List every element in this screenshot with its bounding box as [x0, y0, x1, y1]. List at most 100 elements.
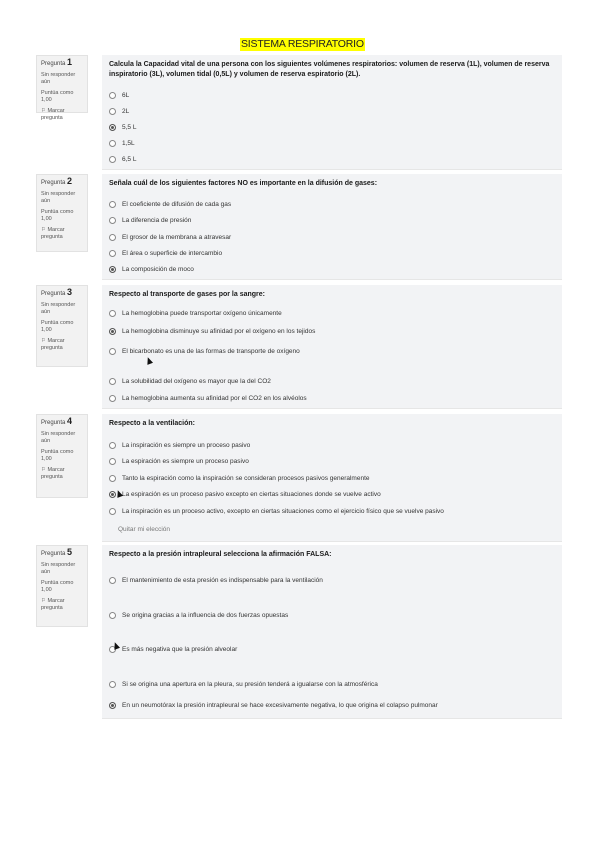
answer-label: Es más negativa que la presión alveolar	[122, 646, 238, 653]
radio-button[interactable]	[109, 475, 116, 482]
question-info-2: Pregunta 2 Sin responder aún Puntúa como…	[36, 174, 88, 252]
radio-button-selected[interactable]	[109, 328, 116, 335]
question-info-3: Pregunta 3 Sin responder aún Puntúa como…	[36, 285, 88, 367]
radio-button[interactable]	[109, 250, 116, 257]
flag-question-button[interactable]: ⚐ Marcar pregunta	[41, 467, 84, 481]
radio-button[interactable]	[109, 577, 116, 584]
answer-option[interactable]: El área o superficie de intercambio	[109, 250, 222, 257]
question-label: Pregunta	[41, 420, 66, 426]
radio-button[interactable]	[109, 108, 116, 115]
answer-label: La solubilidad del oxígeno es mayor que …	[122, 378, 271, 385]
question-content-4: Respecto a la ventilación: La inspiració…	[102, 414, 562, 542]
question-score: Puntúa como 1,00	[41, 449, 74, 462]
answer-label: 2L	[122, 108, 130, 115]
answer-option[interactable]: Se origina gracias a la influencia de do…	[109, 612, 288, 619]
flag-question-button[interactable]: ⚐ Marcar pregunta	[41, 108, 84, 122]
question-label: Pregunta	[41, 551, 66, 557]
radio-button[interactable]	[109, 234, 116, 241]
question-text: Calcula la Capacidad vital de una person…	[109, 61, 550, 78]
radio-button[interactable]	[109, 348, 116, 355]
question-number: 3	[67, 287, 73, 297]
radio-button[interactable]	[109, 458, 116, 465]
answer-option[interactable]: La hemoglobina puede transportar oxígeno…	[109, 310, 282, 317]
radio-button[interactable]	[109, 140, 116, 147]
question-number: 2	[67, 176, 73, 186]
answer-label: 6L	[122, 92, 130, 99]
flag-icon: ⚐	[41, 227, 46, 233]
answer-option[interactable]: La espiración es siempre un proceso pasi…	[109, 458, 249, 465]
radio-button[interactable]	[109, 92, 116, 99]
radio-button[interactable]	[109, 378, 116, 385]
question-label: Pregunta	[41, 61, 66, 67]
answer-option[interactable]: Tanto la espiración como la inspiración …	[109, 475, 370, 482]
radio-button[interactable]	[109, 612, 116, 619]
answer-option[interactable]: 1,5L	[109, 140, 135, 147]
flag-icon: ⚐	[41, 108, 46, 114]
flag-question-button[interactable]: ⚐ Marcar pregunta	[41, 338, 84, 352]
radio-button[interactable]	[109, 310, 116, 317]
answer-option[interactable]: La solubilidad del oxígeno es mayor que …	[109, 378, 271, 385]
question-status: Sin responder aún	[41, 72, 76, 85]
answer-option[interactable]: La inspiración es un proceso activo, exc…	[109, 508, 444, 515]
answer-option[interactable]: Es más negativa que la presión alveolar	[109, 646, 237, 653]
radio-button[interactable]	[109, 442, 116, 449]
question-number: 4	[67, 416, 73, 426]
answer-option[interactable]: Si se origina una apertura en la pleura,…	[109, 681, 378, 688]
question-status: Sin responder aún	[41, 431, 76, 444]
answer-label: La espiración es un proceso pasivo excep…	[122, 491, 381, 498]
answer-option[interactable]: 6L	[109, 92, 129, 99]
page-title: SISTEMA RESPIRATORIO	[240, 38, 365, 51]
question-number: 1	[67, 57, 73, 67]
answer-option[interactable]: La composición de moco	[109, 266, 194, 273]
answer-option[interactable]: La hemoglobina aumenta su afinidad por e…	[109, 395, 307, 402]
question-info-5: Pregunta 5 Sin responder aún Puntúa como…	[36, 545, 88, 627]
question-status: Sin responder aún	[41, 191, 76, 204]
radio-button[interactable]	[109, 395, 116, 402]
answer-option[interactable]: 6,5 L	[109, 156, 136, 163]
question-number: 5	[67, 547, 73, 557]
answer-label: La inspiración es siempre un proceso pas…	[122, 442, 251, 449]
radio-button[interactable]	[109, 201, 116, 208]
question-score: Puntúa como 1,00	[41, 90, 74, 103]
radio-button-selected[interactable]	[109, 702, 116, 709]
flag-question-button[interactable]: ⚐ Marcar pregunta	[41, 598, 84, 612]
radio-button[interactable]	[109, 681, 116, 688]
answer-label: La hemoglobina disminuye su afinidad por…	[122, 328, 316, 335]
question-content-2: Señala cuál de los siguientes factores N…	[102, 174, 562, 280]
answer-option[interactable]: 2L	[109, 108, 129, 115]
answer-option[interactable]: La diferencia de presión	[109, 217, 191, 224]
answer-option[interactable]: El mantenimiento de esta presión es indi…	[109, 577, 323, 584]
radio-button[interactable]	[109, 156, 116, 163]
question-status: Sin responder aún	[41, 562, 76, 575]
flag-question-button[interactable]: ⚐ Marcar pregunta	[41, 227, 84, 241]
radio-button[interactable]	[109, 508, 116, 515]
answer-label: El área o superficie de intercambio	[122, 250, 223, 257]
answer-label: El grosor de la membrana a atravesar	[122, 234, 232, 241]
answer-option[interactable]: La espiración es un proceso pasivo excep…	[109, 491, 381, 498]
answer-option[interactable]: El bicarbonato es una de las formas de t…	[109, 348, 300, 355]
answer-option[interactable]: La hemoglobina disminuye su afinidad por…	[109, 328, 315, 335]
question-text: Respecto al transporte de gases por la s…	[109, 291, 265, 298]
question-text: Respecto a la ventilación:	[109, 420, 195, 427]
flag-icon: ⚐	[41, 467, 46, 473]
answer-label: En un neumotórax la presión intrapleural…	[122, 702, 438, 709]
answer-label: La inspiración es un proceso activo, exc…	[122, 508, 444, 515]
answer-option[interactable]: El grosor de la membrana a atravesar	[109, 234, 231, 241]
answer-label: Tanto la espiración como la inspiración …	[122, 475, 370, 482]
radio-button-selected[interactable]	[109, 266, 116, 273]
clear-choice-link[interactable]: Quitar mi elección	[118, 526, 170, 533]
question-score: Puntúa como 1,00	[41, 580, 74, 593]
radio-button-selected[interactable]	[109, 124, 116, 131]
answer-label: 1,5L	[122, 140, 135, 147]
answer-label: 6,5 L	[122, 156, 137, 163]
question-label: Pregunta	[41, 180, 66, 186]
question-text: Señala cuál de los siguientes factores N…	[109, 180, 378, 187]
answer-option[interactable]: La inspiración es siempre un proceso pas…	[109, 442, 250, 449]
flag-icon: ⚐	[41, 598, 46, 604]
answer-option[interactable]: En un neumotórax la presión intrapleural…	[109, 702, 438, 709]
answer-label: La hemoglobina puede transportar oxígeno…	[122, 310, 282, 317]
answer-label: Se origina gracias a la influencia de do…	[122, 612, 289, 619]
radio-button[interactable]	[109, 217, 116, 224]
answer-option[interactable]: El coeficiente de difusión de cada gas	[109, 201, 231, 208]
answer-option[interactable]: 5,5 L	[109, 124, 136, 131]
